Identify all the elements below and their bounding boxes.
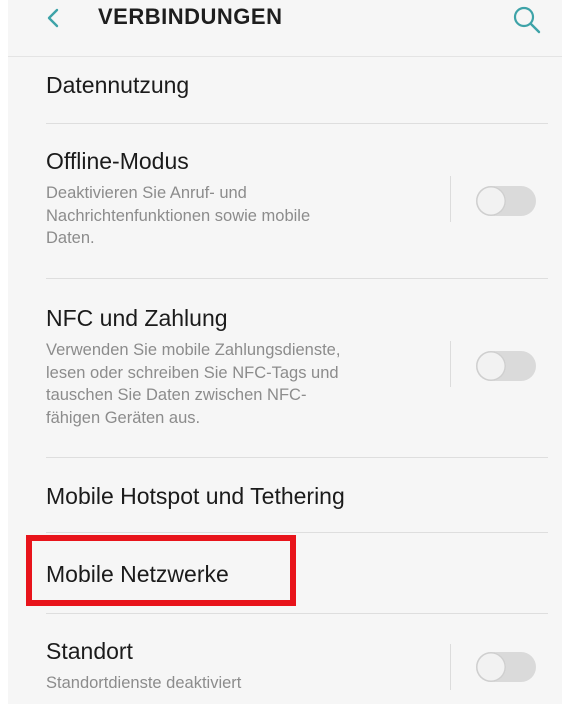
location-toggle[interactable]	[476, 652, 536, 682]
toggle-separator	[450, 644, 451, 690]
description-line: Daten.	[46, 229, 95, 247]
item-description: Verwenden Sie mobile Zahlungsdienste, le…	[46, 339, 340, 429]
settings-item-standort[interactable]: Standort Standortdienste deaktiviert	[8, 614, 562, 704]
description-line: Verwenden Sie mobile Zahlungsdienste,	[46, 341, 341, 359]
description-line: Deaktivieren Sie Anruf- und	[46, 184, 247, 202]
description-line: fähigen Geräten aus.	[46, 408, 201, 427]
item-title: Offline-Modus	[46, 148, 189, 174]
header-bar: VERBINDUNGEN	[8, 0, 562, 57]
item-title: NFC und Zahlung	[46, 305, 228, 331]
toggle-knob	[476, 652, 506, 682]
settings-item-offline-modus[interactable]: Offline-Modus Deaktivieren Sie Anruf- un…	[8, 124, 562, 278]
item-description: Deaktivieren Sie Anruf- und Nachrichtenf…	[46, 182, 310, 250]
search-icon[interactable]	[512, 5, 542, 35]
description-line: tauschen Sie Daten zwischen NFC-	[46, 386, 307, 404]
toggle-knob	[476, 186, 506, 216]
item-title: Mobile Netzwerke	[46, 561, 229, 587]
description-line: Standortdienste deaktiviert	[46, 674, 242, 692]
item-description: Standortdienste deaktiviert	[46, 672, 241, 695]
settings-item-datennutzung[interactable]: Datennutzung	[8, 56, 562, 124]
page-title: VERBINDUNGEN	[98, 4, 283, 29]
toggle-separator	[450, 341, 451, 387]
description-line: Nachrichtenfunktionen sowie mobile	[46, 206, 311, 225]
item-title: Datennutzung	[46, 72, 190, 98]
item-title: Mobile Hotspot und Tethering	[46, 483, 345, 509]
item-title: Standort	[46, 638, 133, 664]
nfc-toggle[interactable]	[476, 351, 536, 381]
settings-item-mobile-hotspot[interactable]: Mobile Hotspot und Tethering	[8, 458, 562, 532]
settings-screen: VERBINDUNGEN Datennutzung Offline-Modus …	[8, 0, 562, 704]
toggle-separator	[450, 176, 451, 222]
settings-item-mobile-netzwerke[interactable]: Mobile Netzwerke	[8, 533, 562, 613]
chevron-left-icon[interactable]	[42, 6, 66, 30]
description-line: lesen oder schreiben Sie NFC-Tags und	[46, 363, 339, 382]
toggle-knob	[476, 351, 506, 381]
offline-mode-toggle[interactable]	[476, 186, 536, 216]
settings-item-nfc-zahlung[interactable]: NFC und Zahlung Verwenden Sie mobile Zah…	[8, 279, 562, 457]
